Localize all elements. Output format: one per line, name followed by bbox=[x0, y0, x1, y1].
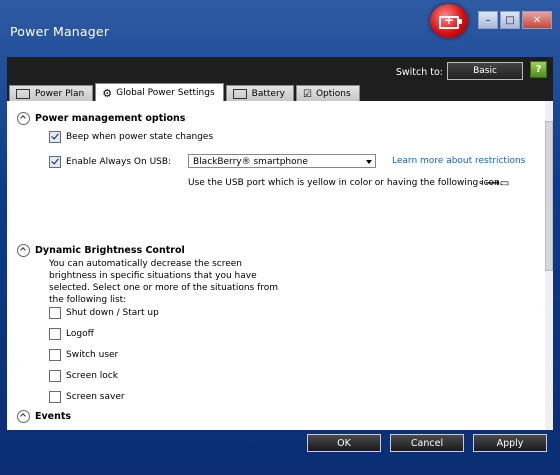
window-title: Power Manager bbox=[10, 24, 110, 39]
tab-label: Global Power Settings bbox=[116, 88, 215, 98]
beep-option[interactable]: Beep when power state changes bbox=[49, 131, 213, 143]
tab-label: Battery bbox=[251, 89, 285, 99]
screen-saver-checkbox[interactable] bbox=[49, 391, 61, 403]
usb-device-select[interactable]: BlackBerry® smartphone bbox=[188, 154, 376, 168]
collapse-icon[interactable] bbox=[17, 112, 30, 125]
ok-button[interactable]: OK bbox=[307, 434, 381, 452]
window-controls: – □ ✕ bbox=[478, 11, 552, 29]
tab-global-power-settings[interactable]: ⚙ Global Power Settings bbox=[95, 83, 224, 102]
section-title: Events bbox=[35, 411, 72, 422]
minimize-button[interactable]: – bbox=[478, 11, 498, 29]
beep-checkbox[interactable] bbox=[49, 131, 61, 143]
always-on-usb-option[interactable]: Enable Always On USB: bbox=[49, 156, 171, 168]
maximize-button[interactable]: □ bbox=[500, 11, 520, 29]
brightness-item-switch-user[interactable]: Switch user bbox=[49, 349, 118, 361]
tab-label: Power Plan bbox=[35, 89, 85, 99]
battery-icon bbox=[232, 89, 247, 99]
brightness-item-shutdown[interactable]: Shut down / Start up bbox=[49, 307, 159, 319]
cancel-button[interactable]: Cancel bbox=[390, 434, 464, 452]
collapse-icon[interactable] bbox=[17, 244, 30, 257]
basic-mode-button[interactable]: Basic bbox=[447, 62, 523, 80]
apply-button[interactable]: Apply bbox=[473, 434, 547, 452]
close-button[interactable]: ✕ bbox=[522, 11, 552, 29]
brightness-description: You can automatically decrease the scree… bbox=[49, 259, 279, 305]
shutdown-checkbox[interactable] bbox=[49, 307, 61, 319]
chevron-down-icon bbox=[366, 160, 372, 164]
section-title: Power management options bbox=[35, 113, 186, 124]
gear-icon: ⚙ bbox=[102, 86, 113, 100]
section-events[interactable]: Events bbox=[17, 410, 71, 423]
tab-options[interactable]: ☑ Options bbox=[295, 85, 360, 102]
brightness-item-screen-lock[interactable]: Screen lock bbox=[49, 370, 118, 382]
usb-device-value: BlackBerry® smartphone bbox=[193, 157, 308, 167]
beep-label: Beep when power state changes bbox=[66, 132, 214, 142]
help-icon[interactable]: ? bbox=[530, 61, 547, 78]
tab-power-plan[interactable]: Power Plan bbox=[9, 85, 94, 102]
section-title: Dynamic Brightness Control bbox=[35, 245, 185, 256]
list-item-label: Screen lock bbox=[66, 371, 118, 381]
main-panel: Switch to: Basic ? Power Plan ⚙ Global P… bbox=[7, 57, 553, 430]
collapse-icon[interactable] bbox=[17, 410, 30, 423]
section-power-management[interactable]: Power management options bbox=[17, 112, 185, 125]
always-on-usb-checkbox[interactable] bbox=[49, 156, 61, 168]
tab-battery[interactable]: Battery bbox=[225, 85, 294, 102]
dialog-footer: OK Cancel Apply bbox=[7, 430, 553, 458]
section-dynamic-brightness[interactable]: Dynamic Brightness Control bbox=[17, 244, 185, 257]
screen-lock-checkbox[interactable] bbox=[49, 370, 61, 382]
list-item-label: Switch user bbox=[66, 350, 119, 360]
window-frame: Power Manager + – □ ✕ Switch to: Basic ?… bbox=[0, 0, 560, 475]
tab-label: Options bbox=[315, 89, 351, 99]
switch-to-label: Switch to: bbox=[395, 67, 443, 78]
settings-content: Power management options Beep when power… bbox=[7, 101, 545, 430]
list-item-label: Logoff bbox=[66, 329, 94, 339]
list-item-label: Shut down / Start up bbox=[66, 308, 159, 318]
brightness-item-logoff[interactable]: Logoff bbox=[49, 328, 94, 340]
checkbox-icon: ☑ bbox=[302, 88, 312, 100]
battery-icon bbox=[16, 89, 30, 99]
list-item-label: Screen saver bbox=[66, 392, 125, 402]
power-manager-logo-icon: + bbox=[430, 4, 468, 38]
brightness-item-screen-saver[interactable]: Screen saver bbox=[49, 391, 125, 403]
vertical-scrollbar[interactable] bbox=[545, 101, 553, 430]
logoff-checkbox[interactable] bbox=[49, 328, 61, 340]
always-on-usb-label: Enable Always On USB: bbox=[66, 157, 172, 167]
learn-more-link[interactable]: Learn more about restrictions bbox=[392, 156, 525, 166]
title-bar[interactable]: Power Manager + – □ ✕ bbox=[0, 0, 560, 52]
scrollbar-thumb[interactable] bbox=[545, 121, 553, 271]
usb-icon: ⚬⟶▭ bbox=[477, 178, 510, 189]
usb-note: Use the USB port which is yellow in colo… bbox=[188, 178, 503, 188]
switch-user-checkbox[interactable] bbox=[49, 349, 61, 361]
tab-strip: Power Plan ⚙ Global Power Settings Batte… bbox=[9, 83, 362, 102]
